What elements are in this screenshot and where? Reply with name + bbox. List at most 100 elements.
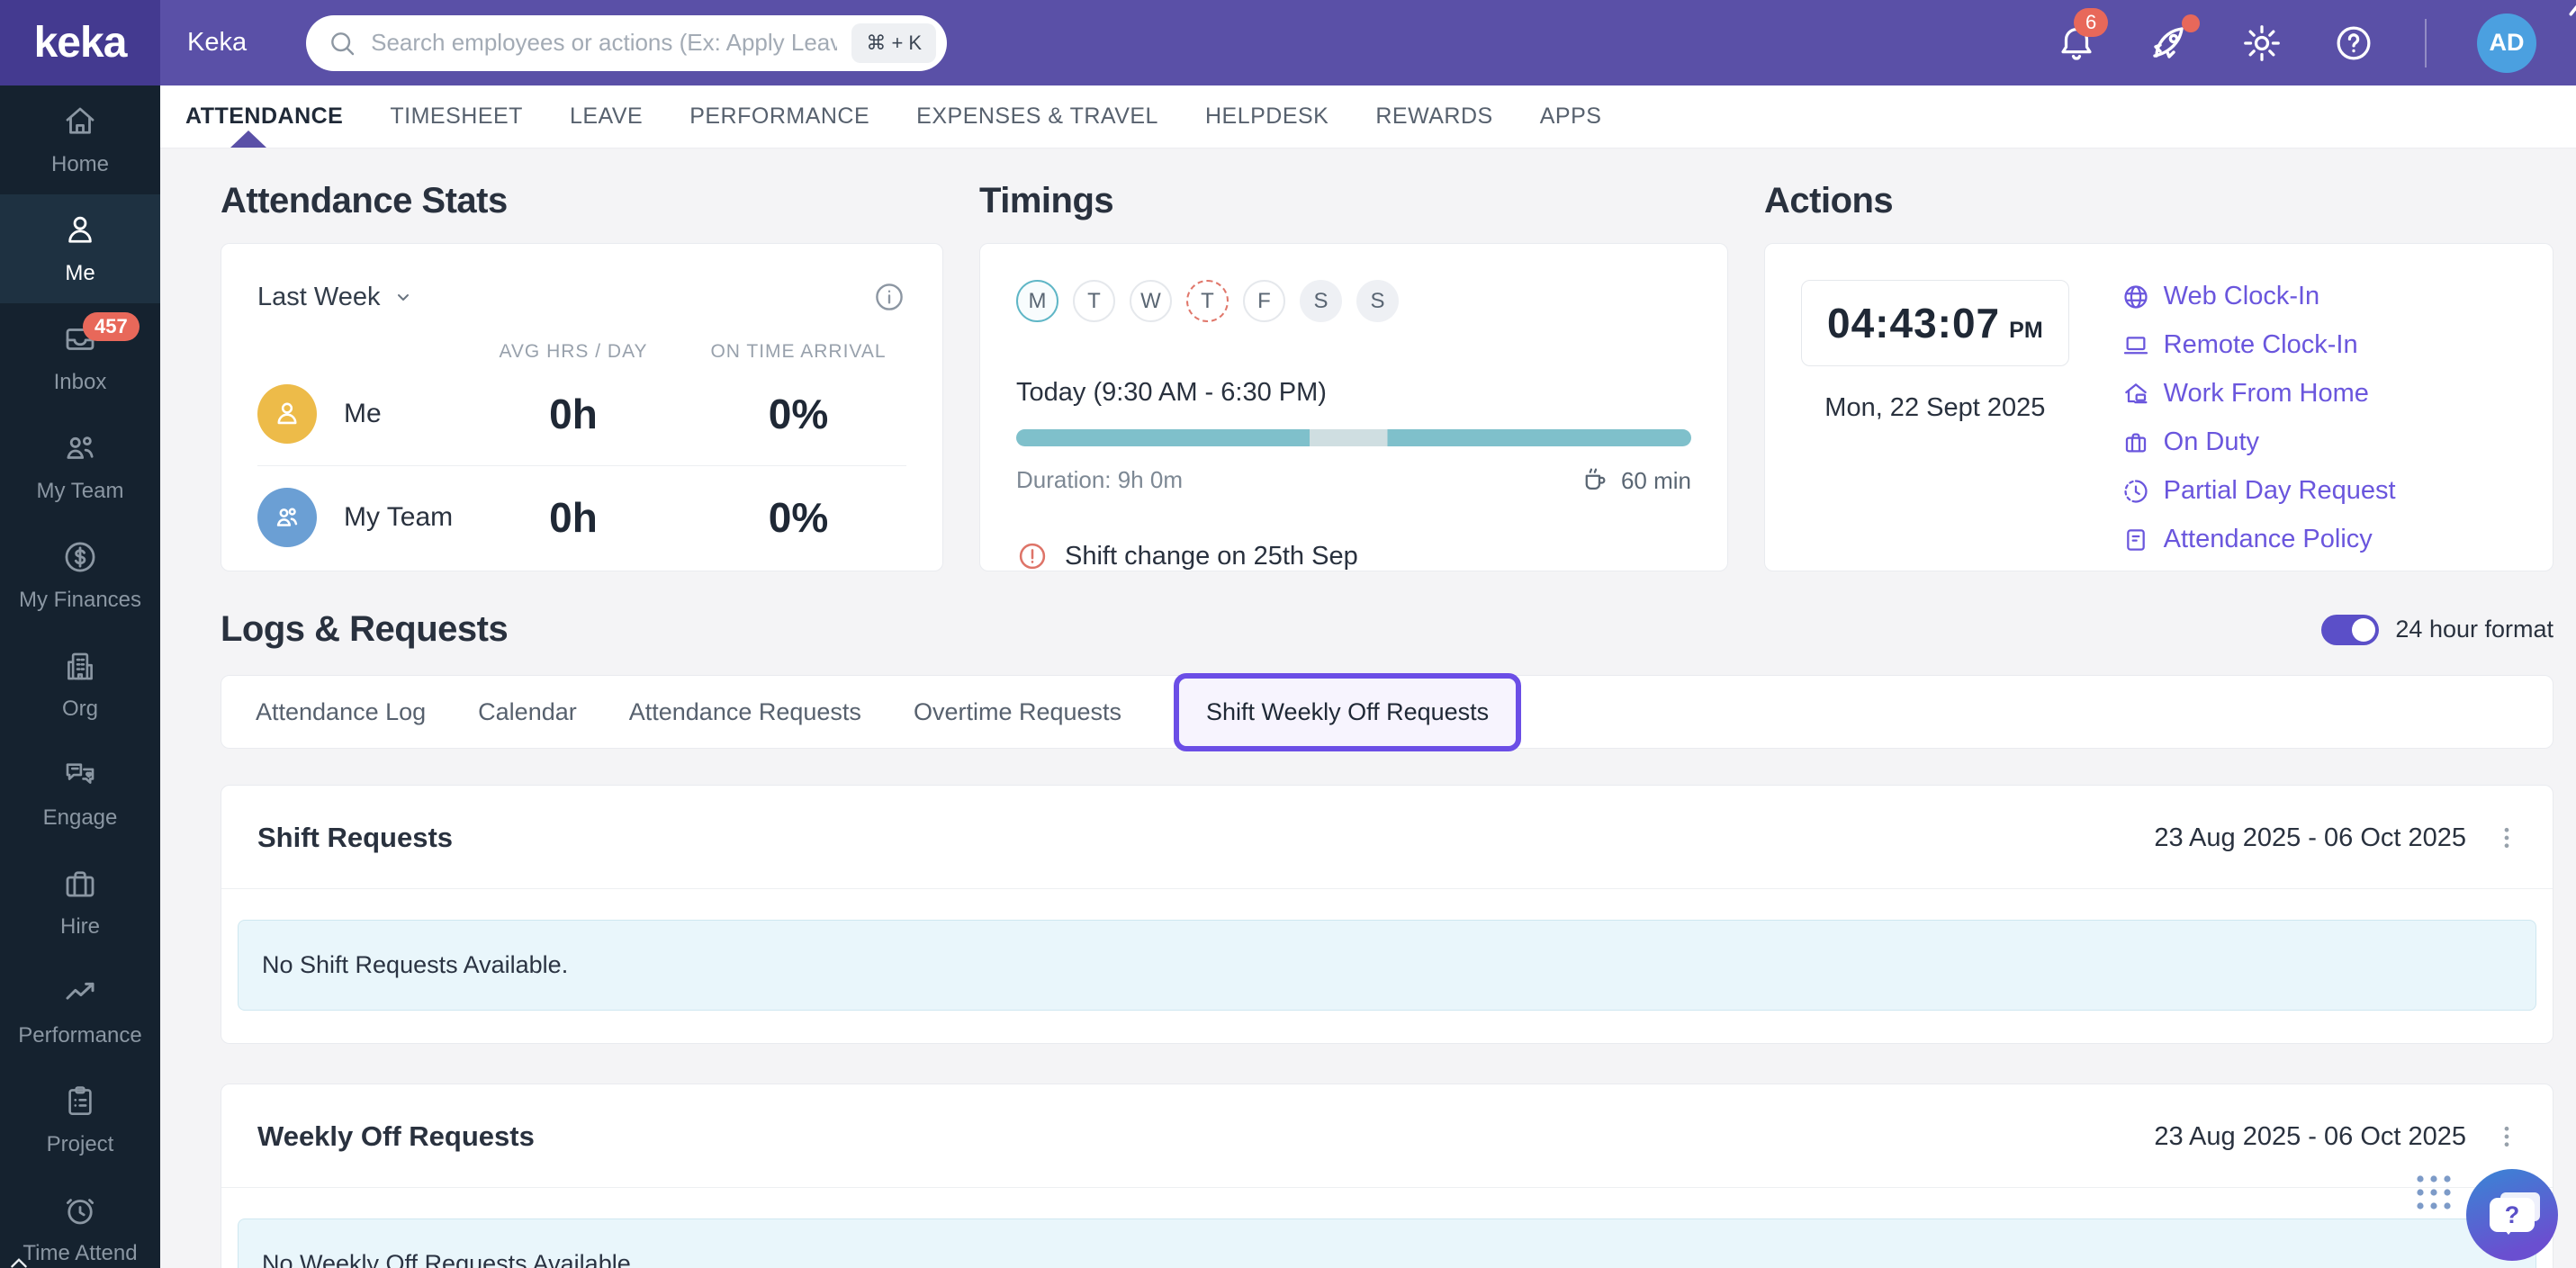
sidebar-item-engage[interactable]: Engage [0,739,160,848]
sidebar-item-time-attend[interactable]: Time Attend [0,1174,160,1268]
remote-clock-in-link[interactable]: Remote Clock-In [2121,330,2396,360]
search-shortcut-chip: ⌘ + K [851,22,937,63]
clock-date: Mon, 22 Sept 2025 [1824,393,2046,422]
24-hour-format-toggle[interactable] [2321,614,2380,645]
day-monday: M [1016,280,1058,322]
weekly-off-requests-date-range[interactable]: 23 Aug 2025 - 06 Oct 2025 [2154,1122,2466,1152]
gear-icon [2244,24,2280,61]
topbar-main: Keka ⌘ + K 6 [160,0,2576,85]
clock-meridiem: PM [2009,318,2043,343]
tab-attendance-log[interactable]: Attendance Log [256,698,426,726]
hire-icon [66,871,95,897]
partial-day-request-link[interactable]: Partial Day Request [2121,476,2396,506]
tab-leave[interactable]: LEAVE [570,103,643,130]
hour-format-control: 24 hour format [2321,614,2553,645]
info-icon [876,283,903,310]
tab-timesheet[interactable]: TIMESHEET [390,103,523,130]
on-duty-link[interactable]: On Duty [2121,427,2396,457]
live-clock: 04:43:07 PM [1801,280,2069,366]
attendance-policy-link[interactable]: Attendance Policy [2121,525,2396,554]
shift-requests-date-range[interactable]: 23 Aug 2025 - 06 Oct 2025 [2154,823,2466,853]
sidebar-item-label: Home [50,152,110,176]
laptop-icon [2123,336,2148,354]
avatar[interactable]: AD [2477,13,2536,73]
tab-helpdesk[interactable]: HELPDESK [1205,103,1329,130]
tab-rewards[interactable]: REWARDS [1375,103,1492,130]
shift-change-alert: Shift change on 25th Sep [1016,540,1691,572]
stats-info-button[interactable] [872,280,906,314]
user-icon [68,216,92,243]
help-chat-button[interactable]: ? [2466,1169,2558,1261]
logo-spark-icon [2569,4,2576,16]
chat-drag-handle[interactable] [2414,1173,2454,1212]
sidebar-item-my-team[interactable]: My Team [0,412,160,521]
tab-apps[interactable]: APPS [1540,103,1602,130]
period-dropdown[interactable]: Last Week [257,283,414,312]
tab-calendar[interactable]: Calendar [478,698,577,726]
policy-doc-icon [2126,528,2145,551]
day-thursday: T [1186,280,1229,322]
chat-question-mark: ? [2504,1201,2520,1228]
sidebar-item-project[interactable]: Project [0,1066,160,1174]
kebab-menu-icon[interactable] [2493,1123,2520,1150]
module-nav: ATTENDANCE TIMESHEET LEAVE PERFORMANCE E… [160,85,2576,148]
help-circle-icon [2337,26,2371,59]
sidebar-scroll-indicator-icon [11,1258,27,1268]
sidebar-item-home[interactable]: Home [0,85,160,194]
actions-card: 04:43:07 PM Mon, 22 Sept 2025 Web Clock-… [1764,243,2553,571]
break-duration: 60 min [1580,464,1691,495]
action-link-label: Remote Clock-In [2163,330,2358,359]
sidebar-item-my-finances[interactable]: My Finances [0,521,160,630]
sidebar-item-label: Time Attend [23,1241,138,1265]
keka-logo[interactable]: keka [0,0,2576,85]
tab-performance[interactable]: PERFORMANCE [689,103,869,130]
sidebar-item-me[interactable]: Me [0,194,160,303]
logs-requests-header: Logs & Requests 24 hour format [221,609,2553,650]
sidebar-item-label: Org [61,697,98,721]
web-clock-in-link[interactable]: Web Clock-In [2121,282,2396,311]
sidebar-item-label: My Finances [18,588,142,612]
work-from-home-link[interactable]: Work From Home [2121,379,2396,409]
warning-circle-icon [1019,543,1046,570]
week-day-circles: M T W T F S S [1016,280,1691,322]
help-button[interactable] [2333,22,2374,64]
settings-button[interactable] [2241,22,2283,64]
tab-overtime-requests[interactable]: Overtime Requests [914,698,1121,726]
action-link-label: On Duty [2163,427,2260,456]
toggle-knob [2352,617,2376,642]
stats-row-name: My Team [344,502,454,532]
team-avg-hrs: 0h [549,494,598,541]
chat-bubble-icon: ? [2490,1198,2535,1235]
team-icon [276,508,298,526]
team-icon [67,436,94,459]
tab-expenses-travel[interactable]: EXPENSES & TRAVEL [916,103,1158,130]
wfh-home-icon [2124,382,2148,403]
today-shift-label: Today (9:30 AM - 6:30 PM) [1016,378,1327,407]
project-icon [68,1086,92,1115]
action-link-label: Work From Home [2163,379,2369,408]
sidebar-item-hire[interactable]: Hire [0,848,160,957]
sidebar-item-label: Inbox [53,370,107,394]
tab-attendance[interactable]: ATTENDANCE [185,103,343,130]
search-input[interactable] [371,29,838,57]
action-link-label: Attendance Policy [2163,525,2373,553]
user-icon [277,402,297,425]
stats-row-name: Me [344,399,382,428]
notifications-button[interactable]: 6 [2056,7,2109,64]
tab-shift-weekly-off-requests[interactable]: Shift Weekly Off Requests [1174,672,1522,751]
sidebar-item-org[interactable]: Org [0,630,160,739]
sidebar-item-performance[interactable]: Performance [0,957,160,1066]
global-search[interactable]: ⌘ + K [306,14,948,71]
kebab-menu-icon[interactable] [2493,824,2520,851]
actions-section: Actions 04:43:07 PM Mon, 22 Sept 2025 We… [1764,181,2553,571]
summary-cards-row: Attendance Stats Last Week AVG HRS / DAY… [221,181,2553,571]
sidebar-item-label: My Team [36,479,124,503]
sidebar-item-inbox[interactable]: Inbox 457 [0,303,160,412]
tab-attendance-requests[interactable]: Attendance Requests [629,698,861,726]
shift-requests-title: Shift Requests [257,822,454,853]
shift-progress-bar [1016,429,1691,446]
whats-new-button[interactable] [2148,13,2200,65]
engage-icon [66,763,95,784]
avatar-initials: AD [2489,29,2525,56]
timings-title: Timings [979,181,1114,220]
